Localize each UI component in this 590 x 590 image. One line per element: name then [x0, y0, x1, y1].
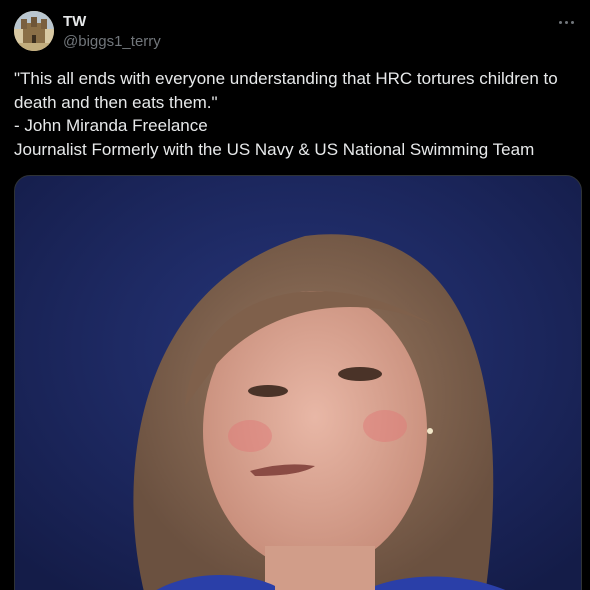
- tweet-text: "This all ends with everyone understandi…: [14, 67, 580, 161]
- tweet-text-line: - John Miranda Freelance: [14, 116, 208, 135]
- tweet-text-line: death and then eats them.": [14, 92, 218, 112]
- video-frame-image: [15, 176, 581, 590]
- tweet-media-video[interactable]: [14, 175, 582, 590]
- author-avatar[interactable]: [14, 11, 54, 51]
- author-display-name[interactable]: TW: [63, 13, 86, 30]
- tweet-text-line: "This all ends with everyone understandi…: [14, 69, 558, 88]
- tweet-card: TW @biggs1_terry "This all ends with eve…: [0, 0, 590, 590]
- author-handle[interactable]: @biggs1_terry: [63, 33, 161, 50]
- more-horizontal-icon[interactable]: [554, 10, 578, 34]
- castle-avatar-icon: [14, 11, 54, 51]
- tweet-text-line: Journalist Formerly with the US Navy & U…: [14, 139, 535, 159]
